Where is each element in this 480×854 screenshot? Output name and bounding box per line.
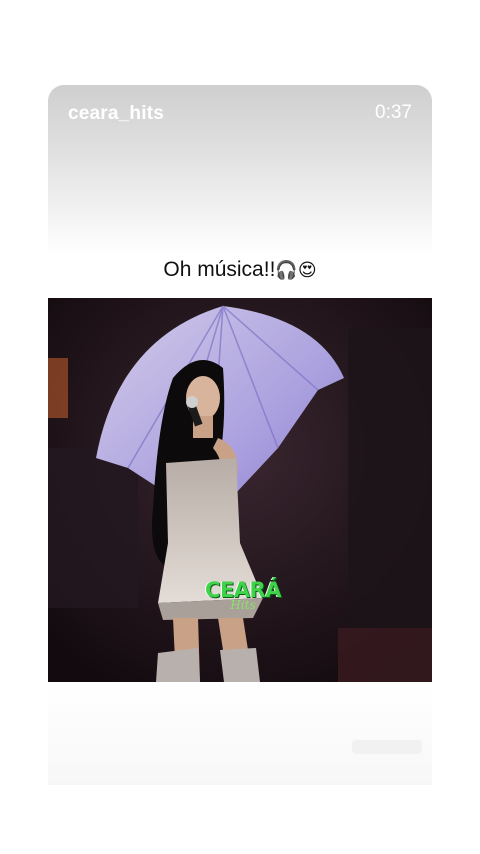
- video-frame: [48, 298, 432, 682]
- story-footer: [48, 682, 432, 785]
- video-player[interactable]: CEARÁ Hits: [48, 298, 432, 682]
- story-timestamp: 0:37: [375, 102, 412, 123]
- caption-emoji-icons: 🎧😍: [275, 260, 317, 281]
- story-caption: Oh música!!🎧😍: [0, 258, 480, 282]
- ceara-hits-watermark-logo: CEARÁ Hits: [198, 578, 288, 612]
- story-username[interactable]: ceara_hits: [68, 103, 164, 125]
- caption-text: Oh música!!: [163, 258, 276, 281]
- faint-footer-mark: [352, 740, 422, 754]
- story-header: ceara_hits 0:37: [48, 85, 432, 255]
